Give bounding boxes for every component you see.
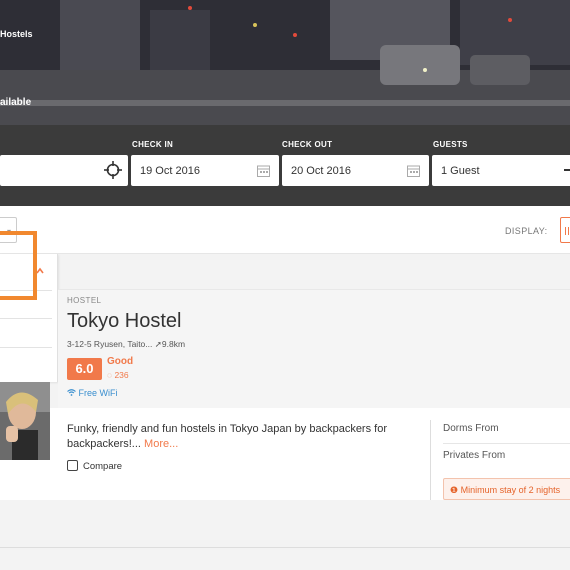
- dropdown-caret-icon: [564, 169, 570, 171]
- card-divider: [0, 547, 570, 548]
- compare-label: Compare: [83, 461, 123, 472]
- location-arrow-icon: ➚: [154, 339, 162, 349]
- distance-text: 9.8km: [161, 339, 186, 349]
- minimum-stay-text: Minimum stay of 2 nights: [460, 485, 561, 495]
- speech-bubble-icon: ◌: [107, 370, 113, 380]
- more-link[interactable]: More...: [144, 438, 178, 450]
- address-text: 3-12-5 Ryusen, Taito...: [67, 339, 153, 349]
- check-in-value: 19 Oct 2016: [140, 165, 200, 177]
- city-street-photo: [0, 0, 570, 125]
- facility-wifi: Free WiFi: [67, 388, 118, 398]
- chevron-up-icon[interactable]: [36, 267, 44, 275]
- guests-value: 1 Guest: [441, 165, 480, 177]
- calendar-icon[interactable]: [407, 164, 420, 177]
- divider: [0, 347, 52, 348]
- highlight-box: [0, 231, 37, 300]
- check-out-value: 20 Oct 2016: [291, 165, 351, 177]
- check-out-label: CHECK OUT: [282, 140, 333, 149]
- price-row-divider: [443, 443, 570, 444]
- property-type: HOSTEL: [67, 296, 102, 305]
- rating-word: Good: [107, 356, 134, 367]
- wifi-icon: [67, 389, 76, 396]
- dorms-from-label: Dorms From: [443, 423, 499, 434]
- review-count-value: 236: [114, 370, 129, 380]
- display-label: DISPLAY:: [505, 226, 548, 236]
- compare-checkbox[interactable]: Compare: [67, 460, 122, 472]
- property-name[interactable]: Tokyo Hostel: [67, 310, 182, 333]
- minimum-stay-notice: ❶ Minimum stay of 2 nights: [443, 478, 570, 500]
- list-view-icon: [565, 227, 569, 235]
- info-icon: ❶: [450, 485, 459, 495]
- checkbox-icon[interactable]: [67, 460, 78, 471]
- divider: [0, 318, 52, 319]
- location-field[interactable]: [0, 155, 128, 186]
- price-divider: [430, 420, 431, 500]
- property-description: Funky, friendly and fun hostels in Tokyo…: [67, 422, 407, 452]
- guests-select[interactable]: 1 Guest: [432, 155, 570, 186]
- locate-me-icon[interactable]: [104, 161, 122, 179]
- review-count[interactable]: ◌ 236: [107, 370, 129, 380]
- facility-text: Free WiFi: [78, 388, 118, 398]
- availability-text: ailable: [0, 97, 32, 108]
- hero-banner: Hostels ailable: [0, 0, 570, 125]
- hostel-photo[interactable]: [0, 382, 50, 460]
- rating-score: 6.0: [67, 358, 102, 380]
- property-address: 3-12-5 Ryusen, Taito... ➚9.8km: [67, 339, 185, 350]
- description-text: Funky, friendly and fun hostels in Tokyo…: [67, 423, 387, 450]
- guests-label: GUESTS: [433, 140, 468, 149]
- results-toolbar: [0, 206, 570, 254]
- breadcrumb[interactable]: Hostels: [0, 29, 33, 39]
- check-in-label: CHECK IN: [132, 140, 174, 149]
- privates-from-label: Privates From: [443, 450, 506, 461]
- check-in-field[interactable]: 19 Oct 2016: [131, 155, 279, 186]
- check-out-field[interactable]: 20 Oct 2016: [282, 155, 429, 186]
- list-view-button[interactable]: [560, 217, 570, 243]
- calendar-icon[interactable]: [257, 164, 270, 177]
